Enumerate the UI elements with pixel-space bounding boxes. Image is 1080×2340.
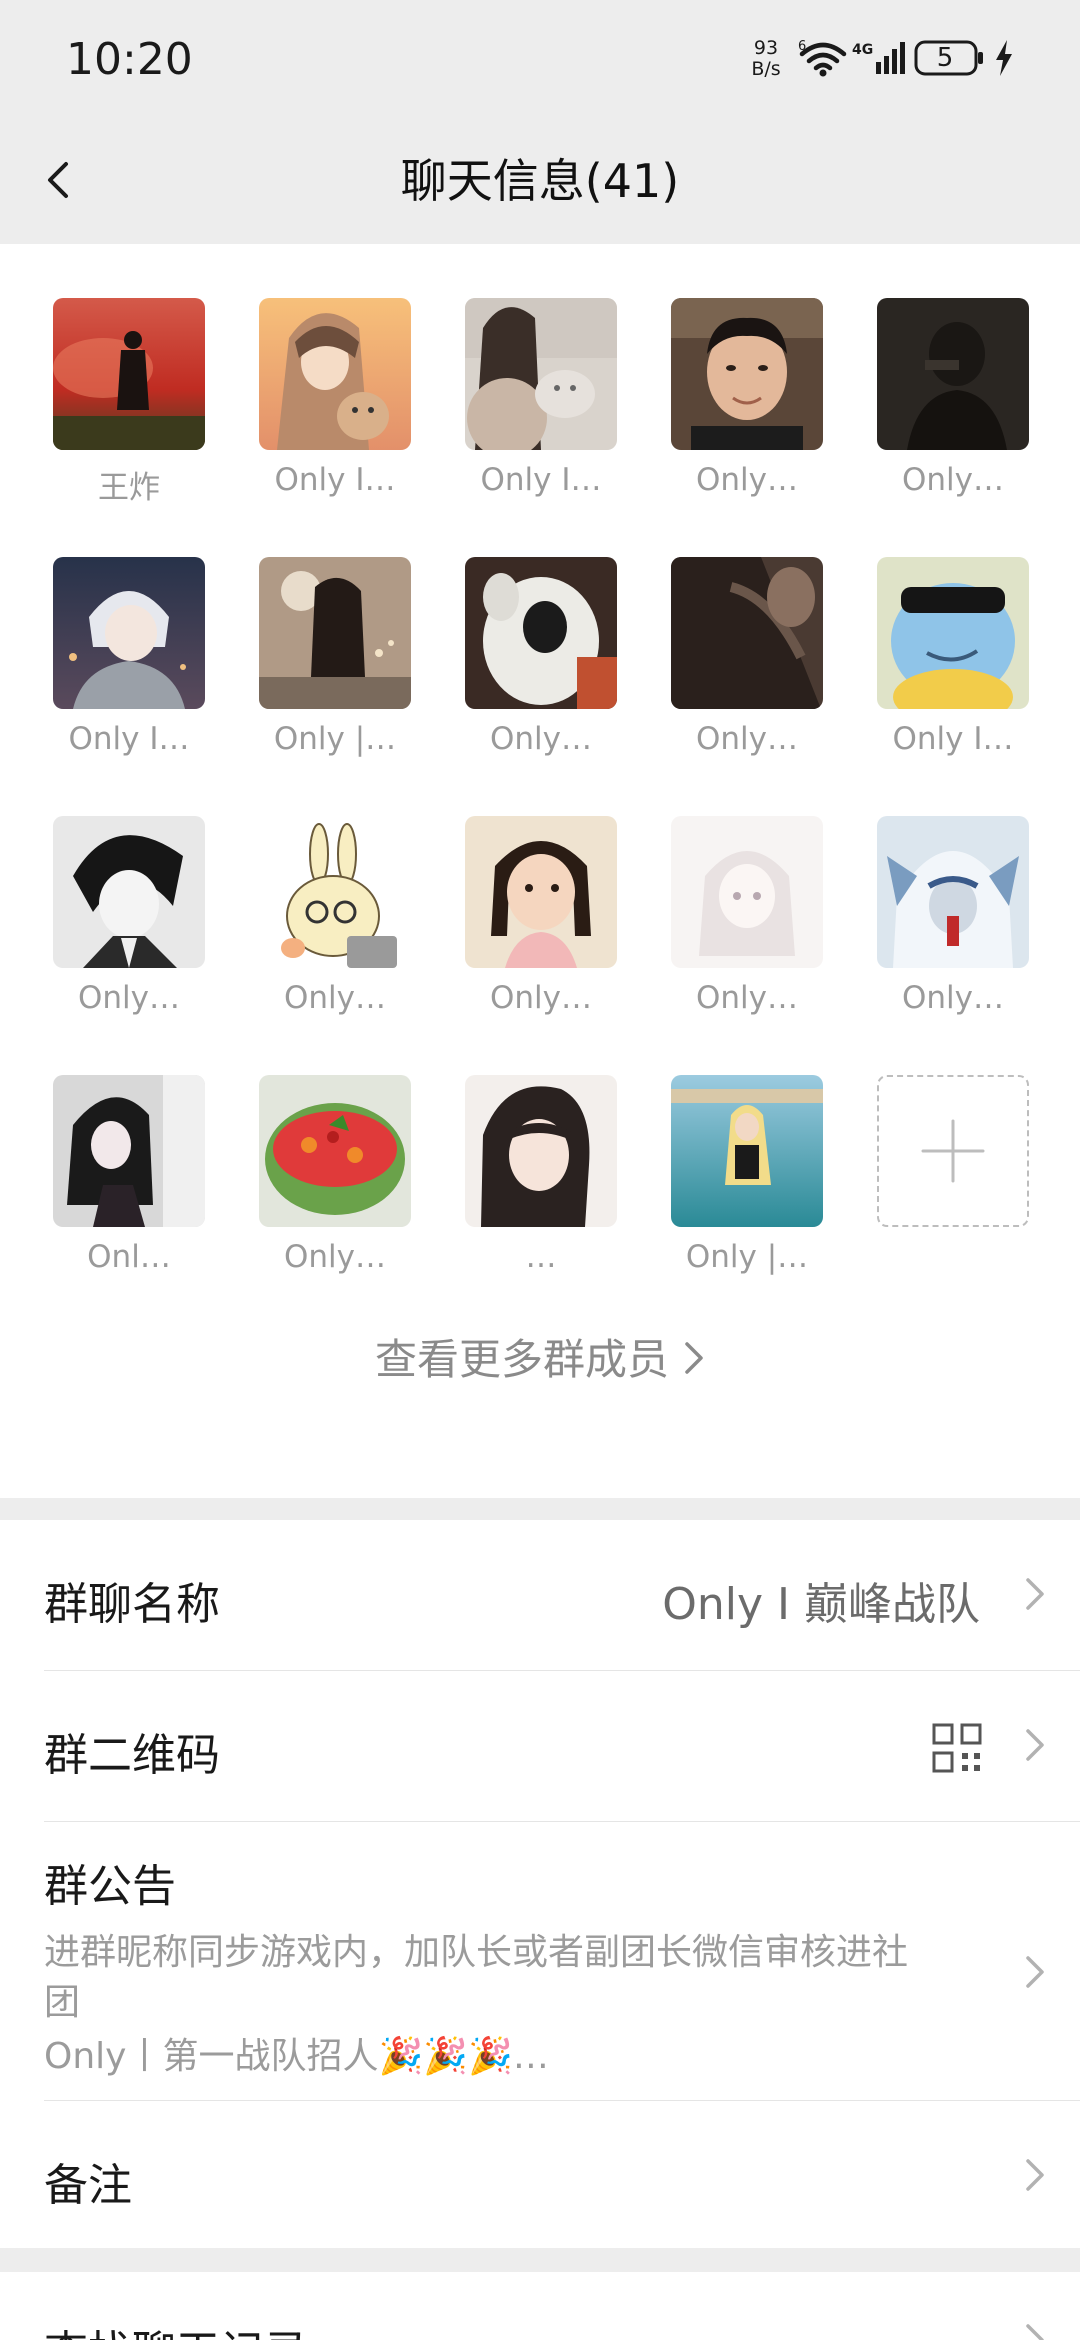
chevron-right-icon (683, 1338, 705, 1388)
status-bar: 10:20 93 B/s 6 4G 5 (0, 0, 1080, 120)
member-name: Only I… (480, 462, 602, 498)
member-avatar[interactable] (259, 557, 411, 709)
page-title: 聊天信息(41) (400, 154, 680, 208)
member-name: Only I… (274, 462, 396, 498)
member-name: Onl… (87, 1239, 171, 1275)
member-name: Only… (901, 980, 1004, 1016)
group-qr-row[interactable]: 群二维码 (0, 1671, 1080, 1821)
member-avatar[interactable] (671, 816, 823, 968)
charging-bolt-icon (994, 40, 1014, 80)
chevron-right-icon (1020, 1723, 1050, 1767)
remark-label: 备注 (44, 2160, 132, 2211)
group-name-row[interactable]: 群聊名称 Only I 巅峰战队 (0, 1520, 1080, 1670)
net-speed-unit: B/s (751, 58, 781, 80)
member-avatar[interactable] (877, 557, 1029, 709)
chevron-right-icon (1020, 2318, 1050, 2340)
group-announcement-label: 群公告 (44, 1861, 176, 1912)
member-name: Only… (695, 721, 798, 757)
member-name: … (525, 1239, 557, 1275)
member-avatar[interactable] (53, 557, 205, 709)
member-avatar[interactable] (671, 1075, 823, 1227)
net-speed-indicator: 93 B/s (746, 38, 786, 80)
member-avatar[interactable] (53, 816, 205, 968)
view-more-members-label: 查看更多群成员 (374, 1335, 669, 1384)
member-name: Only |… (685, 1239, 809, 1275)
members-panel: 王炸 Only I… Only I… Only… Only… Only I… O… (0, 244, 1080, 1498)
member-avatar[interactable] (53, 298, 205, 450)
member-name: Only… (283, 1239, 386, 1275)
member-name: Only… (695, 980, 798, 1016)
member-avatar[interactable] (465, 816, 617, 968)
wifi-icon: 6 (798, 39, 848, 82)
cellular-signal-icon: 4G (852, 40, 908, 82)
announcement-line: Only丨第一战队招人🎉🎉🎉… (44, 2036, 549, 2077)
member-avatar[interactable] (671, 557, 823, 709)
member-name: 王炸 (98, 470, 160, 506)
member-avatar[interactable] (259, 816, 411, 968)
qr-code-icon (932, 1723, 982, 1773)
battery-level: 5 (936, 43, 954, 73)
member-avatar[interactable] (465, 1075, 617, 1227)
member-avatar[interactable] (465, 557, 617, 709)
member-name: Only I… (892, 721, 1014, 757)
nav-bar: 聊天信息(41) (0, 120, 1080, 244)
wifi-badge: 6 (798, 40, 806, 54)
member-avatar[interactable] (877, 816, 1029, 968)
member-name: Only… (901, 462, 1004, 498)
announcement-line: 团 (44, 1982, 81, 2023)
view-more-members-link[interactable]: 查看更多群成员 (0, 1326, 1080, 1388)
member-name: Only… (489, 980, 592, 1016)
member-avatar[interactable] (259, 298, 411, 450)
member-name: Only |… (273, 721, 397, 757)
member-name: Only… (489, 721, 592, 757)
member-avatar[interactable] (671, 298, 823, 450)
chevron-right-icon (1020, 1950, 1050, 1994)
member-avatar[interactable] (53, 1075, 205, 1227)
remark-row[interactable]: 备注 (0, 2101, 1080, 2248)
status-time: 10:20 (66, 34, 193, 85)
group-settings-list: 群聊名称 Only I 巅峰战队 群二维码 群公告 进群昵称同步游戏内，加队长或… (0, 1520, 1080, 2248)
member-avatar[interactable] (877, 298, 1029, 450)
group-qr-label: 群二维码 (44, 1730, 220, 1781)
group-name-label: 群聊名称 (44, 1579, 220, 1630)
add-member-button[interactable] (877, 1075, 1029, 1227)
plus-icon (921, 1119, 985, 1183)
network-type: 4G (852, 42, 873, 58)
chevron-right-icon (1020, 1572, 1050, 1616)
announcement-line: 进群昵称同步游戏内，加队长或者副团长微信审核进社 (44, 1932, 909, 1973)
search-history-label: 查找聊天记录 (44, 2316, 308, 2340)
chevron-right-icon (1020, 2153, 1050, 2197)
group-name-value: Only I 巅峰战队 (662, 1579, 980, 1630)
member-avatar[interactable] (259, 1075, 411, 1227)
search-history-row[interactable]: 查找聊天记录 (0, 2272, 1080, 2340)
group-announcement-row[interactable]: 群公告 进群昵称同步游戏内，加队长或者副团长微信审核进社 团 Only丨第一战队… (0, 1822, 1080, 2106)
member-name: Only… (283, 980, 386, 1016)
member-name: Only I… (68, 721, 190, 757)
member-name: Only… (695, 462, 798, 498)
member-name: Only… (77, 980, 180, 1016)
net-speed-value: 93 (753, 37, 779, 59)
member-avatar[interactable] (465, 298, 617, 450)
